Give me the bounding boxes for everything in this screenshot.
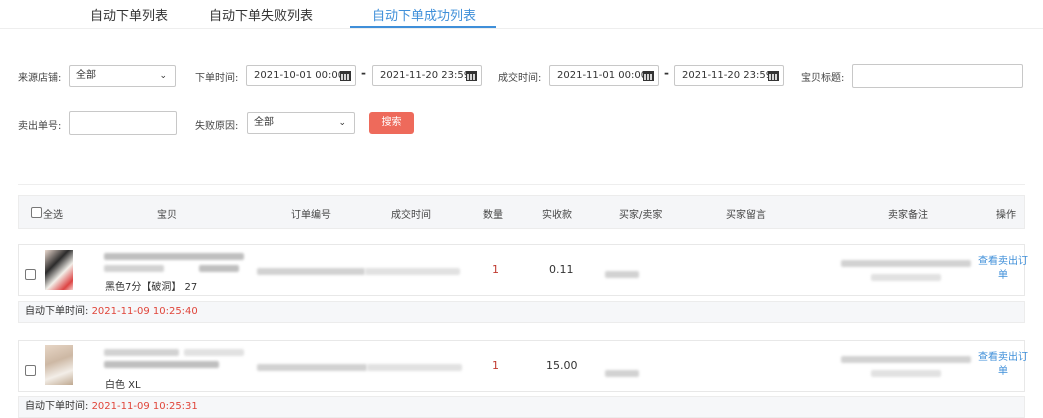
calendar-icon[interactable] <box>643 71 654 81</box>
auto-order-time-value: 2021-11-09 10:25:31 <box>91 401 198 412</box>
product-title-line2 <box>104 361 219 368</box>
range-dash: - <box>664 66 669 80</box>
fail-reason-label: 失败原因: <box>195 121 239 132</box>
shop-label: 来源店铺: <box>18 73 62 84</box>
deal-time-label: 成交时间: <box>498 73 542 84</box>
order-time-end-field[interactable]: 2021-11-20 23:59 <box>372 65 482 86</box>
auto-order-time-value: 2021-11-09 10:25:40 <box>91 306 198 317</box>
buyer-seller <box>605 370 639 377</box>
select-all-label[interactable]: 全选 <box>43 206 63 221</box>
amount-value: 0.11 <box>549 263 574 276</box>
qty-value: 1 <box>492 263 499 276</box>
select-all-checkbox[interactable] <box>31 207 42 218</box>
seller-note <box>841 260 971 267</box>
deal-time-end-value: 2021-11-20 23:59 <box>682 70 773 81</box>
product-spec: 白色 XL <box>105 380 141 391</box>
product-title-line2 <box>104 265 164 272</box>
search-button[interactable]: 搜索 <box>369 112 414 134</box>
fail-reason-select[interactable]: 全部 ⌄ <box>247 112 355 134</box>
title-input[interactable] <box>852 64 1023 88</box>
col-amount: 实收款 <box>542 210 572 221</box>
seller-note-line2 <box>871 370 941 377</box>
sell-no-input[interactable] <box>69 111 177 135</box>
deal-time <box>367 364 462 371</box>
col-buyer-msg: 买家留言 <box>726 210 766 221</box>
deal-time <box>365 268 460 275</box>
product-title[interactable] <box>104 349 179 356</box>
row-checkbox[interactable] <box>25 365 36 376</box>
col-seller-note: 卖家备注 <box>888 210 928 221</box>
buyer-seller <box>605 271 639 278</box>
tab-auto-order-list[interactable]: 自动下单列表 <box>90 5 168 24</box>
section-divider <box>18 184 1025 185</box>
sell-no-label: 卖出单号: <box>18 121 62 132</box>
view-sell-order-text: 单 <box>998 270 1008 281</box>
seller-note <box>841 356 971 363</box>
table-row: 黑色7分【破洞】 27 1 0.11 查看卖出订 单 <box>18 244 1028 296</box>
product-thumbnail[interactable] <box>45 345 73 385</box>
order-time-end-value: 2021-11-20 23:59 <box>380 70 471 81</box>
tabs-divider <box>0 28 1043 29</box>
chevron-down-icon: ⌄ <box>338 118 346 128</box>
view-sell-order-link[interactable]: 查看卖出订 单 <box>971 255 1035 283</box>
row-checkbox[interactable] <box>25 269 36 280</box>
product-thumbnail[interactable] <box>45 250 73 290</box>
order-time-start-value: 2021-10-01 00:00 <box>254 70 345 81</box>
order-no <box>257 268 365 275</box>
chevron-down-icon: ⌄ <box>159 71 167 81</box>
calendar-icon[interactable] <box>466 71 477 81</box>
col-action: 操作 <box>996 210 1016 221</box>
title-label: 宝贝标题: <box>801 73 845 84</box>
shop-select-value: 全部 <box>76 70 96 81</box>
order-time-label: 下单时间: <box>195 73 239 84</box>
col-item: 宝贝 <box>157 210 177 221</box>
col-buyer-seller: 买家/卖家 <box>619 210 663 221</box>
col-deal-time: 成交时间 <box>391 210 431 221</box>
view-sell-order-text: 单 <box>998 366 1008 377</box>
auto-order-time-label: 自动下单时间: <box>25 401 89 412</box>
col-qty: 数量 <box>483 210 503 221</box>
product-spec: 黑色7分【破洞】 27 <box>105 282 198 293</box>
deal-time-end-field[interactable]: 2021-11-20 23:59 <box>674 65 784 86</box>
tab-auto-order-success[interactable]: 自动下单成功列表 <box>372 5 476 24</box>
view-sell-order-link[interactable]: 查看卖出订 单 <box>971 351 1035 379</box>
view-sell-order-text: 查看卖出订 <box>978 352 1028 363</box>
calendar-icon[interactable] <box>340 71 351 81</box>
table-header: 全选 宝贝 订单编号 成交时间 数量 实收款 买家/卖家 买家留言 卖家备注 操… <box>18 195 1025 229</box>
fail-reason-select-value: 全部 <box>254 117 274 128</box>
view-sell-order-text: 查看卖出订 <box>978 256 1028 267</box>
product-title[interactable] <box>104 253 244 260</box>
product-title <box>184 349 244 356</box>
seller-note-line2 <box>871 274 941 281</box>
tab-auto-order-failed[interactable]: 自动下单失败列表 <box>209 5 313 24</box>
qty-value: 1 <box>492 359 499 372</box>
table-row: 白色 XL 1 15.00 查看卖出订 单 <box>18 340 1028 392</box>
shop-select[interactable]: 全部 ⌄ <box>69 65 176 87</box>
calendar-icon[interactable] <box>768 71 779 81</box>
order-no <box>257 364 367 371</box>
product-title-line2 <box>199 265 239 272</box>
deal-time-start-value: 2021-11-01 00:00 <box>557 70 648 81</box>
deal-time-start-field[interactable]: 2021-11-01 00:00 <box>549 65 659 86</box>
row-footer: 自动下单时间: 2021-11-09 10:25:40 <box>18 301 1025 323</box>
col-order-no: 订单编号 <box>291 210 331 221</box>
range-dash: - <box>361 66 366 80</box>
amount-value: 15.00 <box>546 359 578 372</box>
auto-order-time-label: 自动下单时间: <box>25 306 89 317</box>
order-time-start-field[interactable]: 2021-10-01 00:00 <box>246 65 356 86</box>
